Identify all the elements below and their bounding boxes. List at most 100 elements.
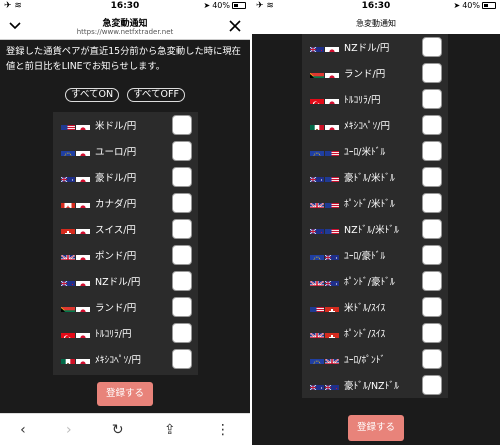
flag-jp-icon [76, 250, 90, 260]
flag-nz-icon [310, 224, 324, 234]
list-item: 豪ﾄﾞﾙ/NZﾄﾞﾙ [302, 372, 448, 398]
pair-label: NZドル/円 [95, 277, 141, 288]
pair-checkbox[interactable] [172, 323, 192, 343]
list-item: ﾕｰﾛ/米ﾄﾞﾙ [302, 138, 448, 164]
reload-icon[interactable]: ↻ [112, 422, 124, 438]
pair-label: NZドル/円 [344, 43, 390, 54]
flag-eu-icon [310, 250, 324, 260]
flag-jp-icon [76, 172, 90, 182]
flag-au-icon [325, 250, 339, 260]
flag-us-icon [325, 198, 339, 208]
list-item: ポンド/円 [53, 242, 198, 268]
header: 急変動通知 https://www.netfxtrader.net [0, 14, 250, 40]
list-item: ユーロ/円 [53, 138, 198, 164]
flag-ch-icon [61, 224, 75, 234]
pair-checkbox[interactable] [172, 115, 192, 135]
pair-checkbox[interactable] [172, 167, 192, 187]
more-icon[interactable]: ⋮ [216, 422, 230, 438]
all-off-button[interactable]: すべてOFF [127, 88, 185, 102]
pair-checkbox[interactable] [422, 37, 442, 57]
list-item: ﾄﾙｺﾘﾗ/円 [302, 86, 448, 112]
pair-checkbox[interactable] [422, 193, 442, 213]
flag-nz-icon [310, 42, 324, 52]
flag-gb-icon [325, 354, 339, 364]
flag-au-icon [310, 380, 324, 390]
flag-za-icon [61, 302, 75, 312]
pair-checkbox[interactable] [422, 349, 442, 369]
pair-checkbox[interactable] [422, 245, 442, 265]
list-item: ﾎﾟﾝﾄﾞ/ｽｲｽ [302, 320, 448, 346]
pair-checkbox[interactable] [172, 297, 192, 317]
list-item: ﾒｷｼｺﾍﾟｿ/円 [53, 346, 198, 372]
flag-us-icon [325, 224, 339, 234]
pair-checkbox[interactable] [422, 323, 442, 343]
pair-label: 豪ﾄﾞﾙ/米ﾄﾞﾙ [344, 173, 395, 184]
list-item: スイス/円 [53, 216, 198, 242]
list-item: NZドル/円 [302, 34, 448, 60]
register-button[interactable]: 登録する [97, 382, 153, 406]
flag-jp-icon [76, 198, 90, 208]
list-item: ﾕｰﾛ/ﾎﾟﾝﾄﾞ [302, 346, 448, 372]
flag-us-icon [61, 120, 75, 130]
pair-checkbox[interactable] [172, 349, 192, 369]
pair-label: ランド/円 [95, 303, 137, 314]
pair-checkbox[interactable] [422, 219, 442, 239]
pair-label: ランド/円 [344, 69, 386, 80]
pair-checkbox[interactable] [172, 141, 192, 161]
pair-label: ﾕｰﾛ/ﾎﾟﾝﾄﾞ [344, 355, 386, 366]
register-button[interactable]: 登録する [348, 415, 404, 441]
flag-jp-icon [325, 120, 339, 130]
list-item: NZドル/円 [53, 268, 198, 294]
flag-us-icon [325, 146, 339, 156]
flag-us-icon [310, 302, 324, 312]
forward-icon[interactable]: › [66, 422, 72, 438]
pair-checkbox[interactable] [422, 115, 442, 135]
flag-jp-icon [325, 94, 339, 104]
pair-label: ユーロ/円 [95, 147, 137, 158]
header: 急変動通知 [252, 14, 500, 34]
pair-checkbox[interactable] [422, 167, 442, 187]
flag-eu-icon [310, 146, 324, 156]
pair-checkbox[interactable] [172, 271, 192, 291]
flag-jp-icon [76, 146, 90, 156]
pair-checkbox[interactable] [172, 245, 192, 265]
pair-label: ﾕｰﾛ/豪ﾄﾞﾙ [344, 251, 386, 262]
pair-checkbox[interactable] [422, 271, 442, 291]
pair-checkbox[interactable] [172, 219, 192, 239]
list-item: ﾎﾟﾝﾄﾞ/豪ﾄﾞﾙ [302, 268, 448, 294]
pair-checkbox[interactable] [422, 89, 442, 109]
pair-checkbox[interactable] [422, 297, 442, 317]
flag-gb-icon [61, 250, 75, 260]
list-item: ランド/円 [53, 294, 198, 320]
pair-label: ポンド/円 [95, 251, 137, 262]
pair-label: 豪ドル/円 [95, 173, 137, 184]
pair-checkbox[interactable] [422, 63, 442, 83]
status-bar: ✈ ≋ 16:30 ➤ 40% [0, 0, 250, 14]
browser-toolbar: ‹ › ↻ ⇪ ⋮ [0, 413, 250, 445]
pair-checkbox[interactable] [422, 375, 442, 395]
share-icon[interactable]: ⇪ [164, 422, 176, 438]
flag-jp-icon [76, 354, 90, 364]
pair-checkbox[interactable] [172, 193, 192, 213]
flag-jp-icon [76, 276, 90, 286]
list-item: ﾕｰﾛ/豪ﾄﾞﾙ [302, 242, 448, 268]
flag-jp-icon [325, 68, 339, 78]
location-icon: ➤ [453, 1, 461, 10]
flag-au-icon [310, 172, 324, 182]
flag-gb-icon [310, 328, 324, 338]
flag-mx-icon [61, 354, 75, 364]
flag-ca-icon [61, 198, 75, 208]
pair-checkbox[interactable] [422, 141, 442, 161]
close-icon[interactable] [228, 19, 242, 33]
pair-label: ﾎﾟﾝﾄﾞ/ｽｲｽ [344, 329, 386, 340]
flag-gb-icon [310, 198, 324, 208]
pair-label: ﾒｷｼｺﾍﾟｿ/円 [344, 121, 390, 132]
flag-jp-icon [76, 224, 90, 234]
back-icon[interactable]: ‹ [20, 422, 26, 438]
battery-text: 40% [212, 1, 230, 10]
all-on-button[interactable]: すべてON [65, 88, 120, 102]
list-item: ﾒｷｼｺﾍﾟｿ/円 [302, 112, 448, 138]
flag-nz-icon [325, 380, 339, 390]
location-icon: ➤ [203, 1, 211, 10]
flag-jp-icon [76, 328, 90, 338]
